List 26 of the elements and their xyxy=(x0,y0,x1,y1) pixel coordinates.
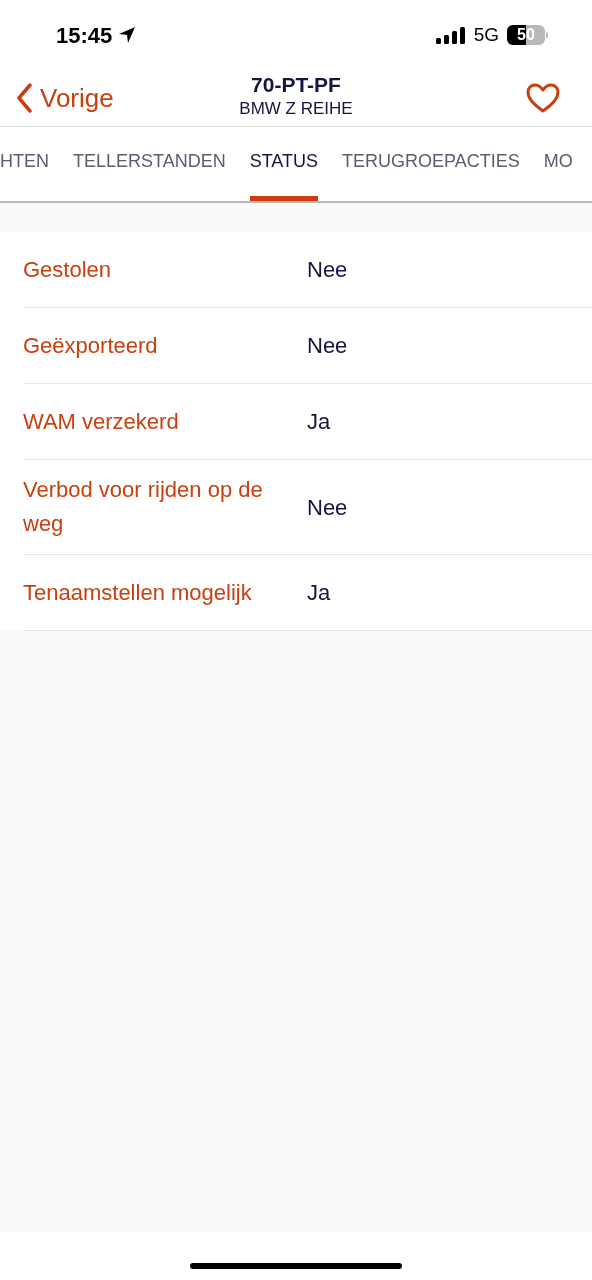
status-value: Ja xyxy=(307,408,331,436)
tab[interactable]: MO xyxy=(543,127,573,201)
signal-icon xyxy=(435,26,468,44)
network-label: 5G xyxy=(473,22,499,47)
back-button[interactable]: Vorige xyxy=(16,78,114,118)
status-value: Ja xyxy=(307,579,331,607)
location-arrow-icon xyxy=(118,26,137,44)
status-label: Geëxporteerd xyxy=(23,331,159,360)
status-value: Nee xyxy=(307,256,348,284)
plate-number: 70-PT-PF xyxy=(251,72,341,98)
status-label: Gestolen xyxy=(23,255,113,284)
status-value: Nee xyxy=(307,332,348,360)
status-time: 15:45 xyxy=(56,21,113,50)
status-label: WAM verzekerd xyxy=(23,407,180,436)
favorite-button[interactable] xyxy=(526,83,560,113)
car-model: BMW Z REIHE xyxy=(239,98,353,120)
battery-percentage: 50 xyxy=(517,25,535,45)
status-value: Nee xyxy=(307,493,348,522)
chevron-left-icon xyxy=(16,83,32,113)
heart-icon xyxy=(526,83,560,113)
tab[interactable]: TERUGROEPACTIES xyxy=(342,127,520,201)
tab[interactable]: STATUS xyxy=(249,127,319,201)
tab[interactable]: TELLERSTANDEN xyxy=(73,127,226,201)
tab[interactable]: HTEN xyxy=(0,127,49,201)
status-label: Verbod voor rijden op de weg xyxy=(23,476,264,538)
status-label: Tenaamstellen mogelijk xyxy=(23,578,253,607)
